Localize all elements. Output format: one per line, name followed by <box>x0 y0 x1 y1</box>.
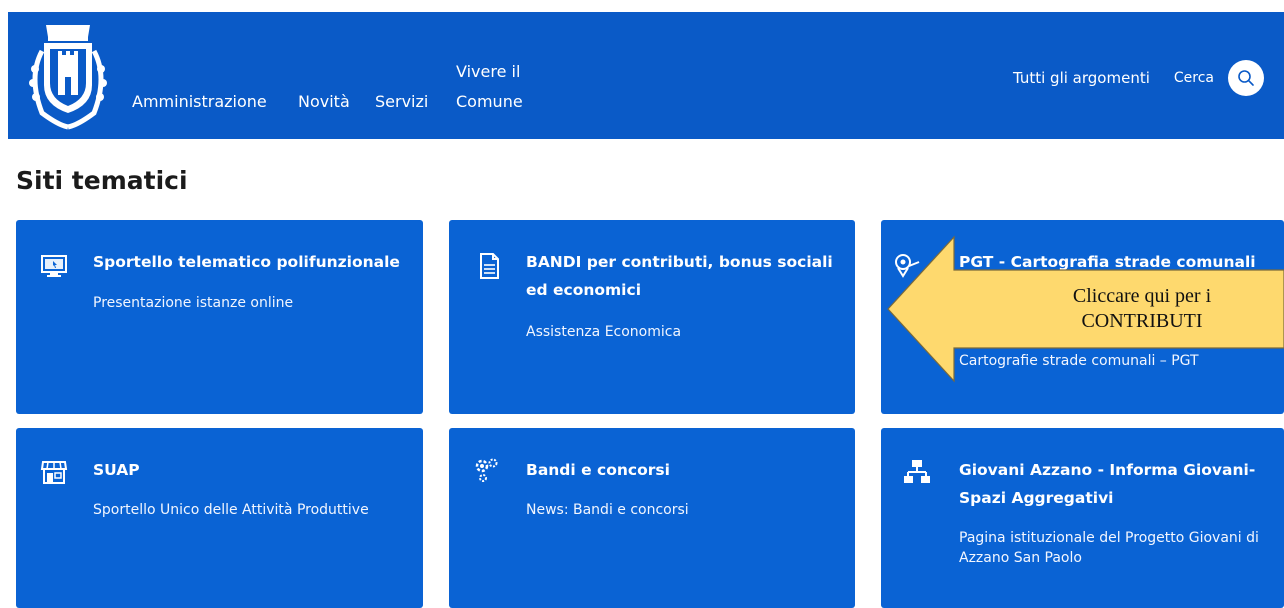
card-subtitle: News: Bandi e concorsi <box>526 502 689 518</box>
card-title: SUAP <box>93 461 140 479</box>
map-pin-icon <box>895 254 920 278</box>
card-title: Sportello telematico polifunzionale <box>93 253 400 271</box>
search-label[interactable]: Cerca <box>1174 70 1214 86</box>
card-title: Bandi e concorsi <box>526 461 670 479</box>
card-suap[interactable]: SUAP Sportello Unico delle Attività Prod… <box>16 428 423 608</box>
nav-item-novita[interactable]: Novità <box>298 92 350 112</box>
search-icon <box>1238 70 1254 86</box>
all-topics-link[interactable]: Tutti gli argomenti <box>1013 69 1150 87</box>
nav-item-vivere-line1: Vivere il <box>456 62 521 81</box>
computer-icon <box>41 255 67 277</box>
nav-item-vivere-line2: Comune <box>456 92 523 111</box>
document-icon <box>480 253 499 279</box>
search-button[interactable] <box>1228 60 1264 96</box>
card-subtitle: Pagina istituzionale del Progetto Giovan… <box>959 530 1259 566</box>
nav-item-amministrazione[interactable]: Amministrazione <box>132 92 267 112</box>
card-pgt-cartografia[interactable]: PGT - Cartografia strade comunali Cartog… <box>881 220 1284 414</box>
site-header: Amministrazione Novità Servizi Vivere il… <box>8 12 1284 139</box>
card-title: PGT - Cartografia strade comunali <box>959 253 1256 271</box>
card-subtitle: Cartografie strade comunali – PGT <box>959 353 1199 369</box>
page-title: Siti tematici <box>16 166 188 195</box>
card-title: BANDI per contributi, bonus sociali ed e… <box>526 253 833 299</box>
card-title: Giovani Azzano - Informa Giovani-Spazi A… <box>959 461 1256 507</box>
card-subtitle: Sportello Unico delle Attività Produttiv… <box>93 502 369 518</box>
card-subtitle: Presentazione istanze online <box>93 295 294 311</box>
nav-item-servizi[interactable]: Servizi <box>375 92 428 112</box>
header-tools: Tutti gli argomenti Cerca <box>1013 58 1264 98</box>
network-icon <box>904 460 930 483</box>
card-giovani-azzano[interactable]: Giovani Azzano - Informa Giovani-Spazi A… <box>881 428 1284 608</box>
card-subtitle: Assistenza Economica <box>526 324 682 340</box>
municipality-logo[interactable] <box>24 21 112 131</box>
card-bandi-concorsi[interactable]: Bandi e concorsi News: Bandi e concorsi <box>449 428 855 608</box>
shop-icon <box>40 461 68 484</box>
card-sportello-telematico[interactable]: Sportello telematico polifunzionale Pres… <box>16 220 423 414</box>
card-bandi-contributi[interactable]: BANDI per contributi, bonus sociali ed e… <box>449 220 855 414</box>
nav-item-vivere-il-comune[interactable]: Vivere il Comune <box>456 62 523 112</box>
gears-icon <box>475 458 498 482</box>
